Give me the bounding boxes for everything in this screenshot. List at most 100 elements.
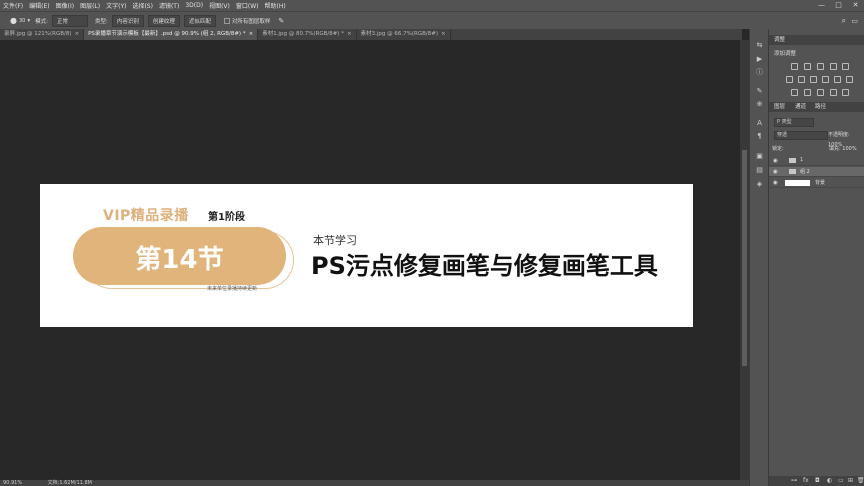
layers-icon[interactable]: ◈ — [755, 180, 764, 189]
layer-name: 组 2 — [800, 169, 810, 175]
libraries-icon[interactable]: ▣ — [755, 152, 764, 161]
tab-sucai3[interactable]: 素材3.jpg @ 66.7%(RGB/8#) × — [357, 29, 451, 40]
menu-help[interactable]: 帮助(H) — [262, 1, 289, 10]
menu-filter[interactable]: 滤镜(T) — [156, 1, 182, 10]
type-label: 类型: — [94, 18, 108, 25]
headline: PS污点修复画笔与修复画笔工具 — [311, 252, 658, 280]
tab-sucai1[interactable]: 素材1.jpg @ 80.7%(RGB/8#) * × — [258, 29, 357, 40]
tab-layers[interactable]: 图层 — [774, 102, 785, 112]
mask-icon[interactable]: ◘ — [815, 477, 820, 484]
menu-window[interactable]: 窗口(W) — [233, 1, 262, 10]
layer-row[interactable]: ◉ 背景 — [769, 178, 864, 188]
eye-icon[interactable]: ◉ — [773, 158, 778, 164]
play-icon[interactable]: ▶ — [755, 55, 764, 64]
doc-info[interactable]: 文档:1.62M/11.8M — [48, 480, 92, 486]
menu-layer[interactable]: 图层(L) — [77, 1, 103, 10]
menu-image[interactable]: 图像(I) — [53, 1, 77, 10]
brightness-icon[interactable] — [791, 63, 798, 70]
close-icon[interactable]: × — [441, 31, 446, 37]
color-balance-icon[interactable] — [798, 76, 805, 83]
pressure-icon[interactable]: ✎ — [278, 17, 284, 25]
paragraph-icon[interactable]: ¶ — [755, 132, 764, 141]
bw-icon[interactable] — [810, 76, 817, 83]
hue-icon[interactable] — [786, 76, 793, 83]
menu-view[interactable]: 视图(V) — [206, 1, 233, 10]
trash-icon[interactable]: 🗑 — [857, 477, 864, 484]
new-layer-icon[interactable]: ⊞ — [848, 477, 853, 484]
canvas-area[interactable]: VIP精品录播 第1阶段 第14节 未来单位录播持续更新 本节学习 PS污点修复… — [0, 40, 740, 480]
tab-label: 录屏.jpg @ 121%(RGB/8) — [4, 31, 72, 37]
levels-icon[interactable] — [804, 63, 811, 70]
posterize-icon[interactable] — [804, 89, 811, 96]
blend-mode-select[interactable]: 穿透 — [774, 131, 828, 140]
exposure-icon[interactable] — [830, 63, 837, 70]
tab-luping[interactable]: 录屏.jpg @ 121%(RGB/8) × — [0, 29, 85, 40]
menu-file[interactable]: 文件(F) — [0, 1, 26, 10]
fill-field[interactable]: 填充: 100% — [829, 144, 857, 154]
new-group-icon[interactable]: ▭ — [838, 477, 844, 484]
close-icon[interactable]: × — [347, 31, 352, 37]
lesson-number: 第14节 — [135, 245, 224, 275]
tab-paths[interactable]: 路径 — [815, 102, 826, 112]
eye-icon[interactable]: ◉ — [773, 180, 778, 186]
photo-filter-icon[interactable] — [822, 76, 829, 83]
properties-icon[interactable]: ▤ — [755, 166, 764, 175]
eye-icon[interactable]: ◉ — [773, 169, 778, 175]
curves-icon[interactable] — [817, 63, 824, 70]
zoom-level[interactable]: 90.91% — [3, 480, 22, 486]
menu-bar: 文件(F) 编辑(E) 图像(I) 图层(L) 文字(Y) 选择(S) 滤镜(T… — [0, 0, 864, 11]
link-icon[interactable]: ⊶ — [791, 477, 797, 484]
workspace-icon[interactable]: ▭ — [851, 17, 858, 25]
menu-3d[interactable]: 3D(D) — [182, 2, 206, 9]
brush-size[interactable]: 30 — [19, 18, 25, 24]
menu-type[interactable]: 文字(Y) — [103, 1, 129, 10]
adjust-title: 添加调整 — [774, 51, 797, 57]
layer-row[interactable]: ◉ 1 — [769, 156, 864, 166]
type-create-texture[interactable]: 创建纹理 — [147, 14, 180, 27]
vibrance-icon[interactable] — [842, 63, 849, 70]
channel-mixer-icon[interactable] — [834, 76, 841, 83]
layers-footer: ⊶ fx ◘ ◐ ▭ ⊞ 🗑 — [769, 476, 864, 486]
type-proximity-match[interactable]: 近似匹配 — [183, 14, 216, 27]
brush-icon[interactable]: ✎ — [755, 87, 764, 96]
adjustment-layer-icon[interactable]: ◐ — [827, 477, 832, 484]
chevron-down-icon[interactable]: ▾ — [27, 18, 30, 24]
type-content-aware[interactable]: 内容识别 — [111, 14, 144, 27]
mode-select[interactable]: 正常 — [51, 14, 88, 27]
history-icon[interactable]: ⇆ — [755, 41, 764, 50]
tab-template[interactable]: PS录播章节演示模板【最新】.psd @ 90.9% (组 2, RGB/8#)… — [84, 29, 259, 40]
options-bar: ● 30 ▾ 模式: 正常 类型: 内容识别 创建纹理 近似匹配 对所有图层取样… — [0, 11, 864, 29]
character-icon[interactable]: A — [755, 119, 764, 128]
maximize-icon[interactable]: □ — [830, 0, 847, 11]
close-icon[interactable]: × — [74, 31, 79, 37]
clone-source-icon[interactable]: ⊕ — [755, 100, 764, 109]
vip-title: VIP精品录播 — [103, 208, 189, 224]
lock-label: 锁定: — [772, 146, 784, 152]
close-icon[interactable]: ✕ — [847, 0, 864, 11]
healing-brush-tool-icon[interactable]: ● — [10, 16, 17, 25]
selective-color-icon[interactable] — [842, 89, 849, 96]
window-controls: — □ ✕ — [813, 0, 864, 11]
tab-channels[interactable]: 通道 — [795, 102, 806, 112]
info-icon[interactable]: ⓘ — [755, 68, 764, 77]
gradient-map-icon[interactable] — [830, 89, 837, 96]
lookup-icon[interactable] — [846, 76, 853, 83]
threshold-icon[interactable] — [817, 89, 824, 96]
document-canvas[interactable]: VIP精品录播 第1阶段 第14节 未来单位录播持续更新 本节学习 PS污点修复… — [40, 184, 693, 327]
sample-all-checkbox[interactable] — [223, 17, 230, 24]
layer-row-selected[interactable]: ◉ 组 2 — [769, 167, 864, 177]
folder-icon — [789, 169, 796, 174]
fx-icon[interactable]: fx — [803, 477, 809, 484]
folder-icon — [789, 158, 796, 163]
tab-label: 素材1.jpg @ 80.7%(RGB/8#) * — [262, 31, 345, 37]
search-icon[interactable]: ⌕ — [842, 16, 846, 26]
menu-select[interactable]: 选择(S) — [129, 1, 156, 10]
scrollbar-thumb[interactable] — [742, 150, 747, 366]
close-icon[interactable]: × — [249, 31, 254, 37]
minimize-icon[interactable]: — — [813, 0, 830, 11]
layer-kind-filter[interactable]: P 类型 — [774, 118, 814, 127]
menu-edit[interactable]: 编辑(E) — [26, 1, 52, 10]
tab-adjustments[interactable]: 调整 — [774, 35, 785, 45]
tab-label: 素材3.jpg @ 66.7%(RGB/8#) — [360, 31, 438, 37]
invert-icon[interactable] — [791, 89, 798, 96]
